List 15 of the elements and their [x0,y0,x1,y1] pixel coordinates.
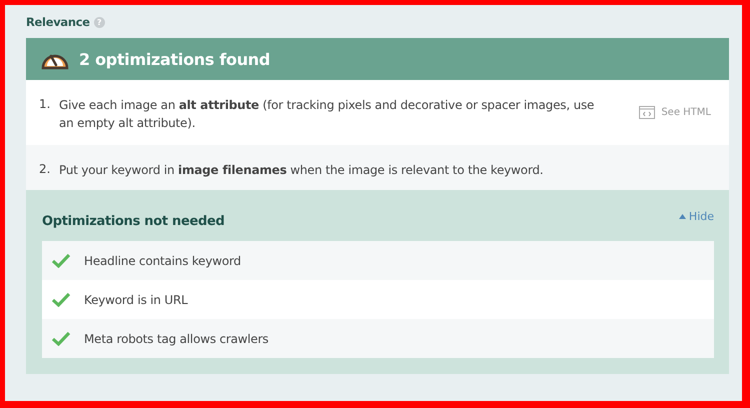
check-text: Keyword is in URL [84,292,188,306]
not-needed-title: Optimizations not needed [42,213,225,229]
hide-toggle[interactable]: Hide [678,210,714,223]
optimization-text: Put your keyword in image filenames when the image is relevant to the keyword. [59,162,544,179]
optimization-text: Give each image an alt attribute (for tracking pixels and decorative or spacer images, use an empty alt attribute). [59,97,596,132]
item-number: 1. [39,96,52,111]
item-number: 2. [39,161,52,176]
check-text: Headline contains keyword [84,254,241,268]
help-icon[interactable]: ? [94,16,105,28]
caret-icon [678,214,686,219]
section-title: Relevance [26,15,90,29]
code-icon [639,106,656,119]
check-text: Meta robots tag allows crawlers [84,332,268,346]
results-title: 2 optimizations found [79,50,270,68]
see-html-link[interactable]: See HTML [639,106,711,119]
